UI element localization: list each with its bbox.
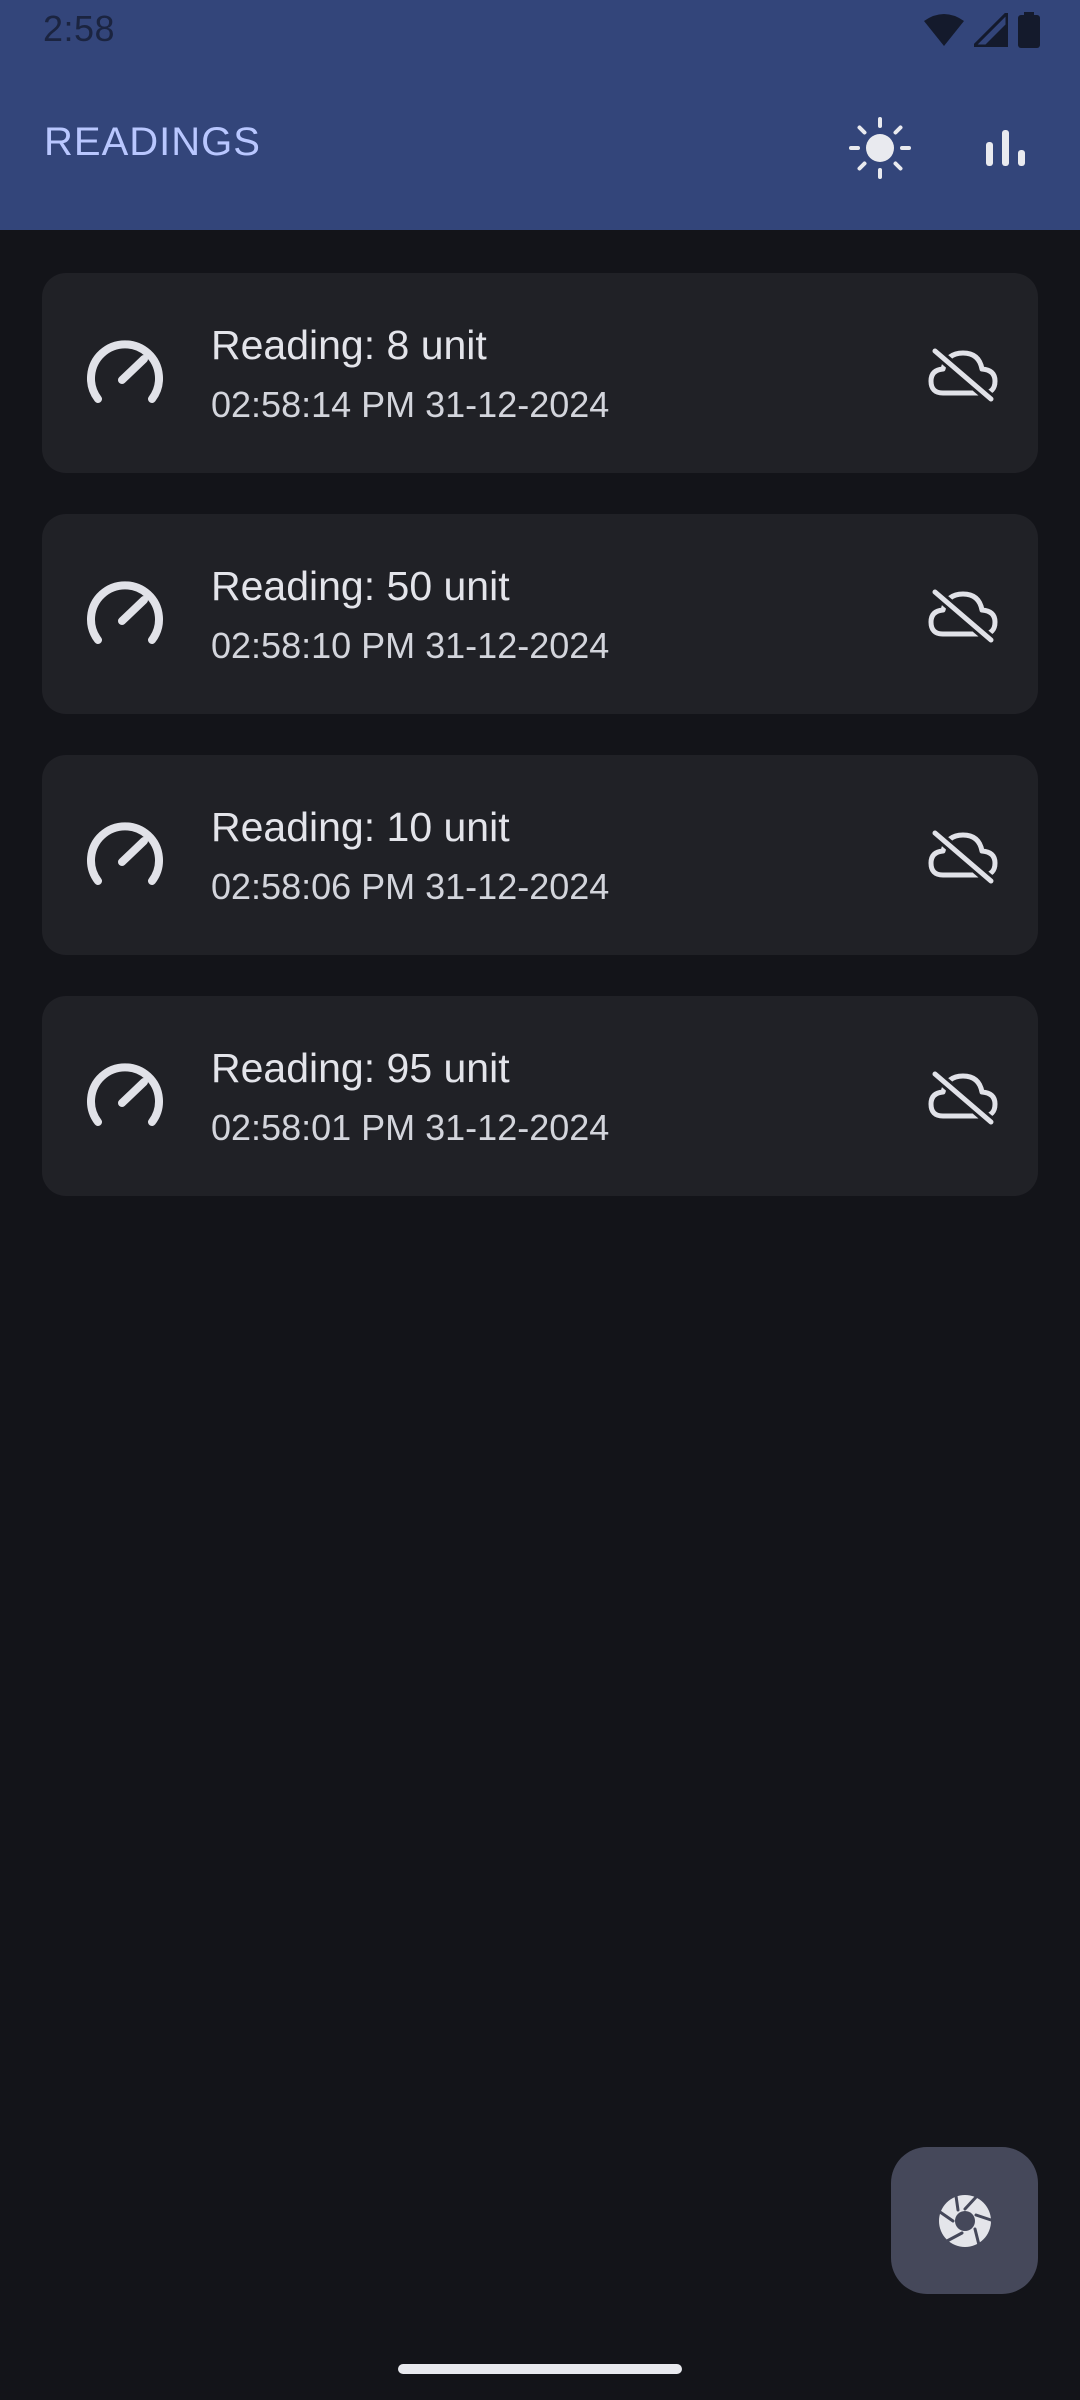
reading-card[interactable]: Reading: 8 unit 02:58:14 PM 31-12-2024	[42, 273, 1038, 473]
reading-timestamp: 02:58:10 PM 31-12-2024	[211, 625, 610, 666]
theme-toggle-button[interactable]	[844, 112, 916, 184]
gauge-icon	[87, 822, 163, 885]
cloud-off-icon[interactable]	[927, 343, 999, 403]
reading-value: Reading: 50 unit	[211, 563, 510, 609]
cloud-off-icon[interactable]	[927, 825, 999, 885]
gauge-icon	[87, 581, 163, 644]
reading-timestamp: 02:58:01 PM 31-12-2024	[211, 1107, 610, 1148]
sun-icon	[849, 117, 911, 179]
reading-value: Reading: 8 unit	[211, 322, 487, 368]
battery-icon	[1018, 12, 1040, 48]
signal-icon	[974, 13, 1008, 47]
reading-timestamp: 02:58:14 PM 31-12-2024	[211, 384, 610, 425]
wifi-icon	[924, 14, 964, 46]
reading-value: Reading: 95 unit	[211, 1045, 510, 1091]
gauge-icon	[87, 1063, 163, 1126]
app-screen: 2:58 READINGS Reading: 8 unit 02:58:14 P…	[0, 0, 1080, 2400]
page-title: READINGS	[44, 120, 261, 164]
reading-card[interactable]: Reading: 10 unit 02:58:06 PM 31-12-2024	[42, 755, 1038, 955]
camera-shutter-icon	[938, 2194, 992, 2247]
reading-card[interactable]: Reading: 50 unit 02:58:10 PM 31-12-2024	[42, 514, 1038, 714]
statistics-button[interactable]	[970, 112, 1042, 184]
cloud-off-icon[interactable]	[927, 1066, 999, 1126]
status-bar: 2:58	[0, 0, 1080, 62]
gauge-icon	[87, 340, 163, 403]
status-time: 2:58	[43, 8, 116, 49]
readings-list: Reading: 8 unit 02:58:14 PM 31-12-2024 R…	[42, 273, 1038, 1237]
status-icons	[924, 12, 1040, 48]
cloud-off-icon[interactable]	[927, 584, 999, 644]
reading-card[interactable]: Reading: 95 unit 02:58:01 PM 31-12-2024	[42, 996, 1038, 1196]
bar-chart-icon	[986, 130, 1025, 166]
capture-fab[interactable]	[891, 2147, 1038, 2294]
app-bar: 2:58 READINGS	[0, 0, 1080, 230]
reading-timestamp: 02:58:06 PM 31-12-2024	[211, 866, 610, 907]
home-indicator[interactable]	[398, 2364, 682, 2374]
reading-value: Reading: 10 unit	[211, 804, 510, 850]
